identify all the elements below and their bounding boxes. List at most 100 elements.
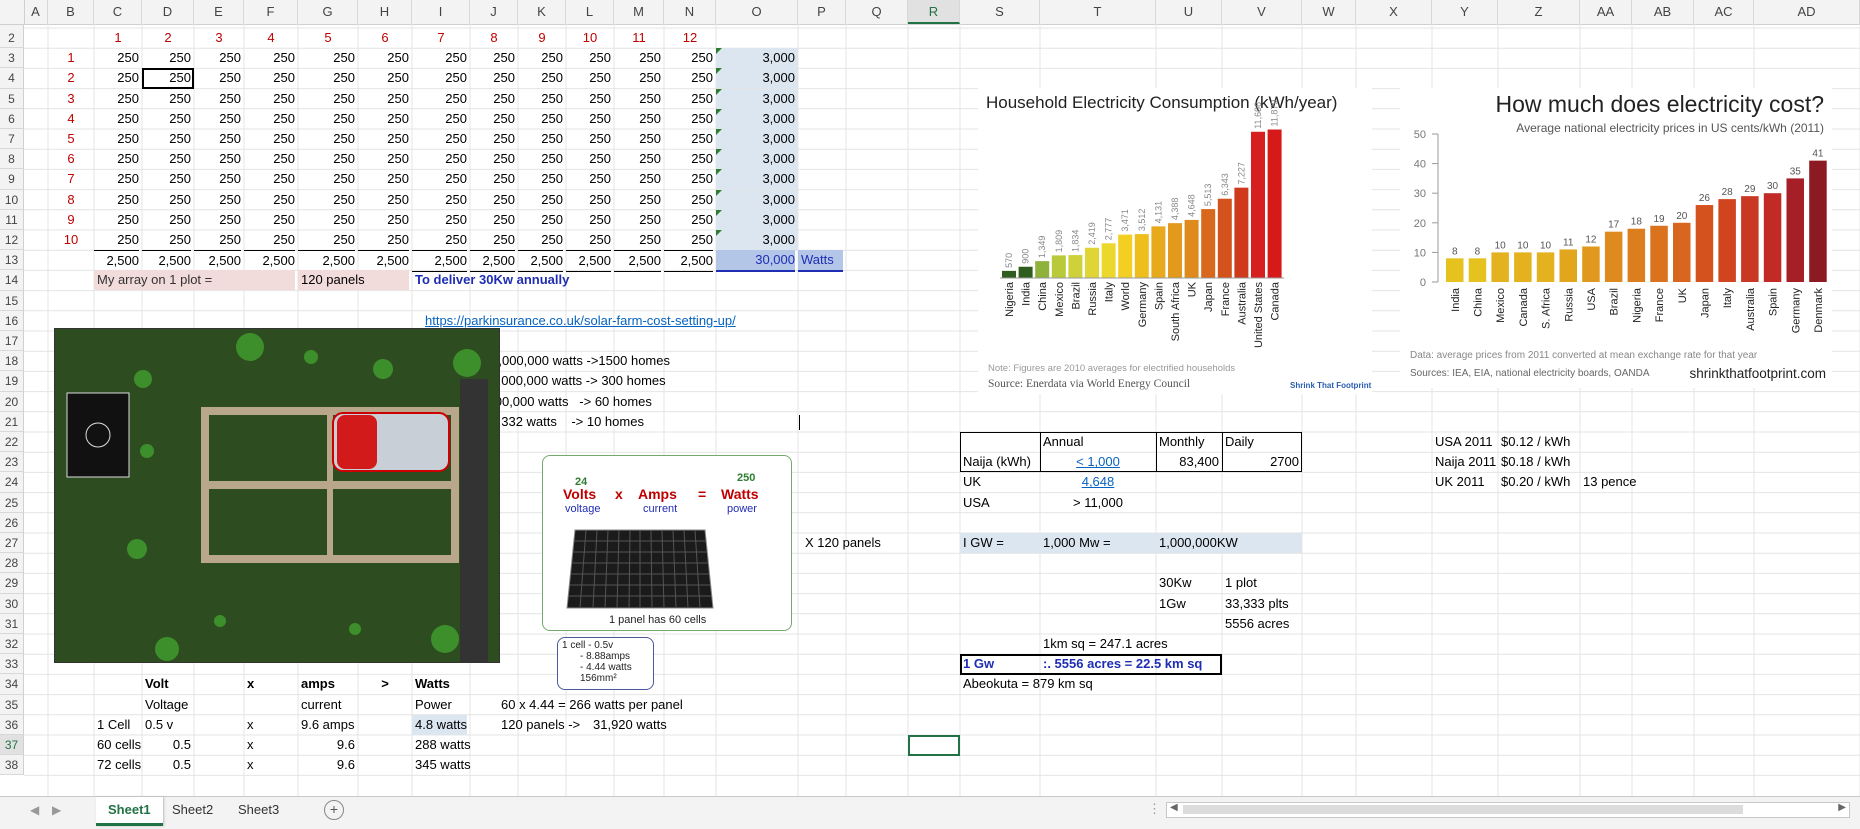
row-total[interactable]: 3,000 (716, 189, 795, 210)
calc-label[interactable]: 1 Cell (94, 715, 139, 735)
row-total[interactable]: 3,000 (716, 169, 795, 190)
row-total[interactable]: 3,000 (716, 129, 795, 149)
plot-label[interactable]: 1Gw (1156, 594, 1219, 614)
panel-cell[interactable]: 250 (244, 48, 295, 68)
panel-row-number[interactable]: 7 (48, 169, 91, 189)
month-header-10[interactable]: 10 (566, 28, 611, 48)
panel-row-number[interactable]: 6 (48, 149, 91, 169)
plot-value[interactable]: 5556 acres (1222, 614, 1353, 634)
panel-cell[interactable]: 250 (518, 48, 563, 68)
add-sheet-button[interactable]: + (324, 800, 344, 820)
calc-amps[interactable]: 9.6 amps (298, 715, 355, 735)
month-header-1[interactable]: 1 (94, 28, 139, 48)
month-header-12[interactable]: 12 (664, 28, 713, 48)
panel-cell[interactable]: 250 (194, 149, 241, 169)
table-annual[interactable]: 4,648 (1040, 472, 1153, 492)
panel-cell[interactable]: 250 (566, 230, 611, 250)
km-note[interactable]: 1km sq = 247.1 acres (1040, 634, 1299, 654)
panel-cell[interactable]: 250 (470, 129, 515, 149)
price-country[interactable]: UK 2011 (1432, 472, 1495, 492)
panel-cell[interactable]: 250 (94, 230, 139, 250)
column-total[interactable]: 2,500 (142, 250, 191, 273)
panel-cell[interactable]: 250 (94, 129, 139, 149)
panel-cell[interactable]: 250 (358, 89, 409, 109)
panel-cell[interactable]: 250 (244, 89, 295, 109)
panel-cell[interactable]: 250 (94, 48, 139, 68)
panel-cell[interactable]: 250 (94, 190, 139, 210)
panel-cell[interactable]: 250 (518, 89, 563, 109)
scroll-right-icon[interactable]: ▶ (1838, 802, 1846, 813)
panel-cell[interactable]: 250 (614, 109, 661, 129)
calc-header-x[interactable]: x (244, 674, 295, 694)
panel-cell[interactable]: 250 (244, 68, 295, 88)
panel-cell[interactable]: 250 (664, 109, 713, 129)
column-total[interactable]: 2,500 (244, 250, 295, 273)
panel-cell[interactable]: 250 (664, 210, 713, 230)
panel-row-number[interactable]: 2 (48, 68, 91, 88)
panel-cell[interactable]: 250 (298, 48, 355, 68)
panel-cell[interactable]: 250 (94, 149, 139, 169)
month-header-8[interactable]: 8 (470, 28, 515, 48)
panel-cell[interactable]: 250 (412, 48, 467, 68)
panel-cell[interactable]: 250 (94, 89, 139, 109)
panel-cell[interactable]: 250 (470, 169, 515, 189)
panel-cell[interactable]: 250 (614, 210, 661, 230)
panel-cell[interactable]: 250 (358, 169, 409, 189)
row-total[interactable]: 3,000 (716, 230, 795, 250)
panel-cell[interactable]: 250 (664, 129, 713, 149)
scroll-left-icon[interactable]: ◀ (1170, 802, 1178, 813)
column-total[interactable]: 2,500 (566, 250, 611, 273)
panel-cell[interactable]: 250 (194, 210, 241, 230)
array-value[interactable]: 120 panels (298, 270, 409, 291)
deliver-note[interactable]: To deliver 30Kw annually (412, 270, 713, 290)
price-country[interactable]: Naija 2011 (1432, 452, 1496, 472)
panel-cell[interactable]: 250 (298, 129, 355, 149)
month-header-9[interactable]: 9 (518, 28, 563, 48)
month-header-11[interactable]: 11 (614, 28, 661, 48)
panel-cell[interactable]: 250 (298, 89, 355, 109)
panel-cell[interactable]: 250 (94, 169, 139, 189)
price-value[interactable]: $0.12 / kWh (1498, 432, 1577, 452)
column-total[interactable]: 2,500 (664, 250, 713, 273)
panel-cell[interactable]: 250 (614, 48, 661, 68)
panel-cell[interactable]: 250 (566, 190, 611, 210)
panel-cell[interactable]: 250 (412, 109, 467, 129)
panel-cell[interactable]: 250 (142, 89, 191, 109)
panel-cell[interactable]: 250 (194, 109, 241, 129)
panel-cell[interactable]: 250 (358, 149, 409, 169)
column-total[interactable]: 2,500 (358, 250, 409, 273)
column-total[interactable]: 2,500 (298, 250, 355, 273)
next-sheet-button[interactable]: ▶ (52, 803, 61, 817)
panel-row-number[interactable]: 5 (48, 129, 91, 149)
panel-cell[interactable]: 250 (244, 210, 295, 230)
more-options-icon[interactable]: ⋮ (1148, 801, 1161, 817)
sheet-tab-sheet1[interactable]: Sheet1 (96, 797, 163, 826)
calc-header-volt[interactable]: Volt (142, 674, 191, 694)
panel-cell[interactable]: 250 (94, 109, 139, 129)
panel-cell[interactable]: 250 (358, 129, 409, 149)
abeokuta-note[interactable]: Abeokuta = 879 km sq (960, 674, 1219, 694)
panel-cell[interactable]: 250 (298, 109, 355, 129)
panel-cell[interactable]: 250 (614, 68, 661, 88)
panel-cell[interactable]: 250 (94, 210, 139, 230)
panel-cell[interactable]: 250 (412, 68, 467, 88)
panel-cell[interactable]: 250 (142, 109, 191, 129)
row-total[interactable]: 3,000 (716, 209, 795, 230)
month-header-4[interactable]: 4 (244, 28, 295, 48)
price-note[interactable]: 13 pence (1580, 472, 1691, 492)
prev-sheet-button[interactable]: ◀ (30, 803, 39, 817)
plot-label[interactable]: 30Kw (1156, 573, 1219, 593)
panel-cell[interactable]: 250 (566, 149, 611, 169)
panel-cell[interactable]: 250 (566, 109, 611, 129)
panel-cell[interactable]: 250 (470, 190, 515, 210)
calc-sub-power[interactable]: Power (412, 695, 467, 715)
panel-cell[interactable]: 250 (142, 129, 191, 149)
panel-cell[interactable]: 250 (664, 169, 713, 189)
panel-cell[interactable]: 250 (518, 210, 563, 230)
panel-cell[interactable]: 250 (244, 129, 295, 149)
month-header-2[interactable]: 2 (142, 28, 191, 48)
panel-cell[interactable]: 250 (194, 48, 241, 68)
active-cell-d4[interactable] (142, 68, 194, 90)
calc-header-watts[interactable]: Watts (412, 674, 467, 694)
panel-cell[interactable]: 250 (412, 210, 467, 230)
